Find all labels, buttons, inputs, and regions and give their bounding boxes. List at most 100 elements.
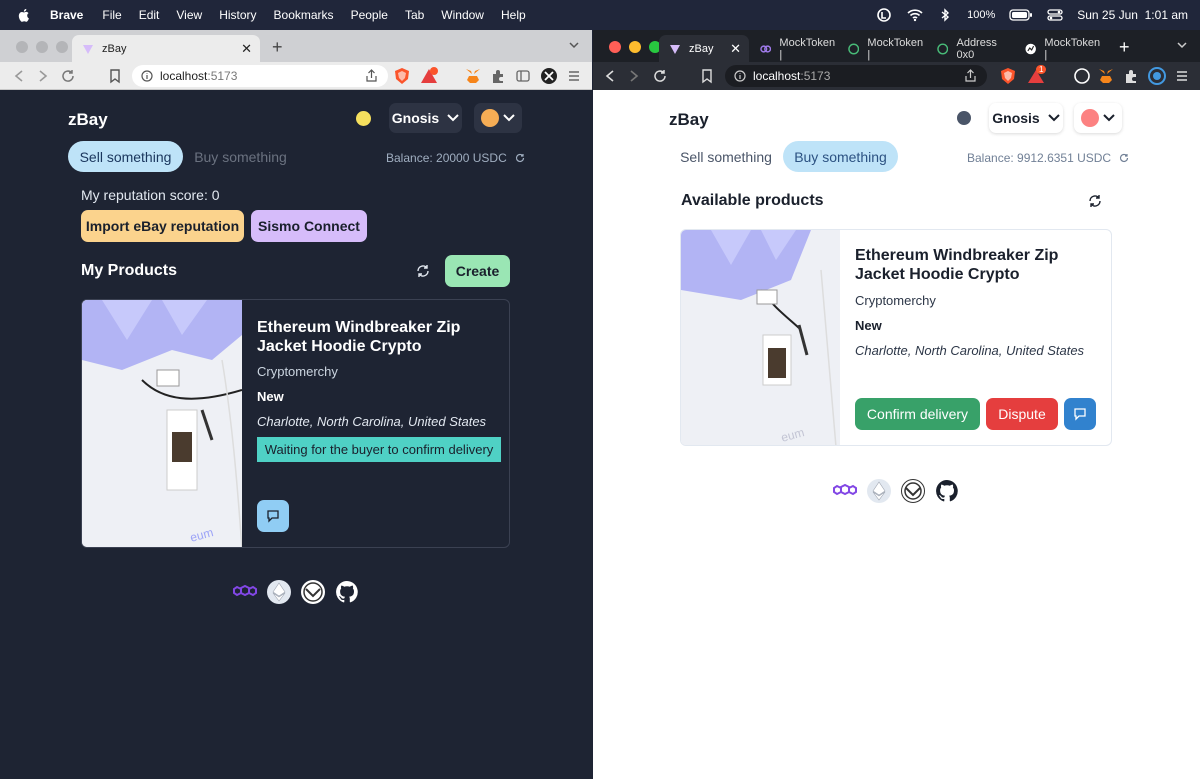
chevron-down-icon — [1048, 114, 1060, 122]
site-info-icon[interactable] — [141, 70, 153, 82]
brave-shield-icon[interactable] — [393, 67, 411, 85]
ethereum-icon[interactable] — [267, 580, 291, 604]
balance-display: Balance: 9912.6351 USDC — [967, 151, 1129, 165]
reputation-score: My reputation score: 0 — [81, 187, 220, 203]
polygon-icon[interactable] — [833, 479, 857, 503]
confirm-delivery-button[interactable]: Confirm delivery — [855, 398, 980, 430]
brave-rewards-button[interactable]: 1 — [1027, 65, 1047, 85]
chevron-down-icon — [503, 114, 515, 122]
tab-title: MockToken | — [779, 36, 836, 61]
profile-icon[interactable] — [1148, 67, 1166, 85]
github-icon[interactable] — [335, 580, 359, 604]
chat-icon — [1074, 408, 1086, 421]
wifi-icon[interactable] — [907, 8, 923, 22]
network-selector[interactable]: Gnosis — [389, 103, 462, 133]
chevron-down-icon[interactable] — [568, 39, 580, 51]
window-controls[interactable] — [16, 41, 68, 53]
sidebar-icon[interactable] — [515, 68, 531, 84]
refresh-icon[interactable] — [1088, 194, 1102, 208]
tab-title: zBay — [689, 42, 714, 55]
reload-icon[interactable] — [60, 68, 76, 84]
refresh-icon[interactable] — [515, 153, 525, 163]
menu-history[interactable]: History — [219, 8, 256, 22]
new-tab-icon[interactable]: + — [1119, 37, 1130, 58]
brand-logo[interactable]: zBay — [669, 110, 709, 130]
control-center-icon[interactable] — [1047, 8, 1063, 22]
gnosis-icon[interactable] — [301, 580, 325, 604]
share-icon[interactable] — [964, 69, 977, 82]
github-icon[interactable] — [935, 479, 959, 503]
menu-view[interactable]: View — [176, 8, 202, 22]
menu-window[interactable]: Window — [441, 8, 484, 22]
site-info-icon[interactable] — [734, 70, 746, 82]
menu-people[interactable]: People — [351, 8, 388, 22]
window-controls[interactable] — [609, 41, 661, 53]
sismo-connect-button[interactable]: Sismo Connect — [251, 210, 367, 242]
battery-icon[interactable] — [1009, 8, 1033, 22]
menu-tab[interactable]: Tab — [405, 8, 424, 22]
address-bar[interactable]: localhost:5173 — [725, 65, 987, 87]
tab-zbay[interactable]: zBay ✕ — [659, 35, 749, 62]
tab-zbay[interactable]: zBay ✕ — [72, 35, 260, 62]
tab-mocktoken-3[interactable]: MockToken | — [1015, 35, 1103, 62]
chevron-down-icon[interactable] — [1176, 39, 1188, 51]
menubar-clock[interactable]: Sun 25 Jun 1:01 am — [1077, 8, 1188, 22]
back-icon[interactable] — [11, 68, 27, 84]
account-button[interactable] — [474, 103, 522, 133]
menu-file[interactable]: File — [102, 8, 121, 22]
tab-mocktoken-1[interactable]: MockToken | — [750, 35, 838, 62]
menu-app-brave[interactable]: Brave — [50, 8, 83, 22]
share-icon[interactable] — [365, 69, 378, 82]
extensions-icon[interactable] — [490, 68, 506, 84]
brand-logo[interactable]: zBay — [68, 110, 108, 130]
menu-help[interactable]: Help — [501, 8, 526, 22]
import-ebay-button[interactable]: Import eBay reputation — [81, 210, 244, 242]
polygon-icon[interactable] — [233, 580, 257, 604]
x-extension-icon[interactable] — [540, 67, 558, 85]
reload-icon[interactable] — [652, 68, 668, 84]
url-host: localhost — [753, 69, 801, 83]
metamask-icon[interactable] — [464, 67, 482, 85]
menu-icon[interactable] — [566, 68, 582, 84]
bookmark-icon[interactable] — [699, 68, 715, 84]
tab-buy-something[interactable]: Buy something — [183, 141, 298, 172]
account-button[interactable] — [1074, 103, 1122, 133]
bookmark-icon[interactable] — [107, 68, 123, 84]
dispute-button[interactable]: Dispute — [986, 398, 1058, 430]
forward-icon[interactable] — [35, 68, 51, 84]
tab-title: MockToken | — [1044, 36, 1101, 61]
tab-sell-something[interactable]: Sell something — [669, 141, 783, 172]
gnosis-icon[interactable] — [901, 479, 925, 503]
new-tab-icon[interactable]: + — [272, 37, 283, 58]
address-bar[interactable]: localhost:5173 — [132, 65, 388, 87]
product-location: Charlotte, North Carolina, United States — [257, 414, 487, 429]
tab-address[interactable]: Address 0x0 — [927, 35, 1015, 62]
create-button[interactable]: Create — [445, 255, 510, 287]
refresh-icon[interactable] — [416, 264, 430, 278]
brave-shield-icon[interactable] — [999, 67, 1017, 85]
brave-rewards-icon[interactable] — [420, 67, 438, 85]
tab-mocktoken-2[interactable]: MockToken | — [838, 35, 926, 62]
back-icon[interactable] — [602, 68, 618, 84]
network-selector[interactable]: Gnosis — [989, 103, 1063, 133]
metamask-icon[interactable] — [1097, 67, 1115, 85]
ethereum-icon[interactable] — [867, 479, 891, 503]
vpn-icon[interactable] — [877, 8, 893, 22]
apple-icon[interactable] — [16, 7, 32, 23]
explorer-icon — [937, 42, 949, 55]
tab-title: zBay — [102, 42, 127, 55]
close-icon[interactable]: ✕ — [730, 41, 741, 57]
chat-button[interactable] — [1064, 398, 1096, 430]
chat-button[interactable] — [257, 500, 289, 532]
vpn-extension-icon[interactable] — [1073, 67, 1091, 85]
tab-buy-something[interactable]: Buy something — [783, 141, 898, 172]
bluetooth-icon[interactable] — [937, 8, 953, 22]
refresh-icon[interactable] — [1119, 153, 1129, 163]
menu-icon[interactable] — [1174, 68, 1190, 84]
close-icon[interactable]: ✕ — [241, 41, 252, 57]
forward-icon[interactable] — [626, 68, 642, 84]
tab-sell-something[interactable]: Sell something — [68, 141, 183, 172]
menu-bookmarks[interactable]: Bookmarks — [274, 8, 334, 22]
extensions-icon[interactable] — [1123, 68, 1139, 84]
menu-edit[interactable]: Edit — [139, 8, 160, 22]
